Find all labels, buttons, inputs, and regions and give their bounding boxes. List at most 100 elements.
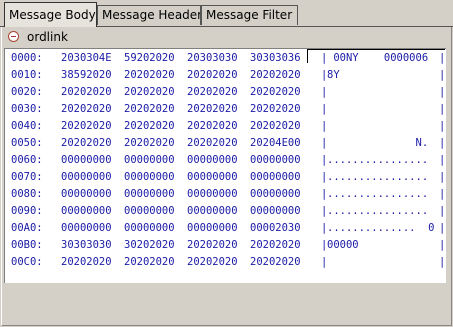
hex-word: 20202020 [187, 86, 238, 98]
hex-word: 00000000 [61, 222, 112, 234]
hex-word: 00000000 [124, 205, 175, 217]
tab-bar: Message Header Message Filter Message Bo… [0, 0, 453, 27]
hex-word: 30202020 [124, 239, 175, 251]
hex-word: 00000000 [250, 171, 301, 183]
hex-word: 20202020 [187, 69, 238, 81]
hex-word: 20202020 [187, 239, 238, 251]
hex-word: 20202020 [61, 137, 112, 149]
hex-row-ascii: ................ [327, 205, 429, 217]
hex-word: 20202020 [250, 69, 301, 81]
hex-row-address: 0050: [11, 137, 43, 149]
hex-word: 59202020 [124, 52, 175, 64]
ascii-bar-right: | [439, 222, 446, 234]
hex-word: 00000000 [124, 154, 175, 166]
collapse-icon[interactable] [8, 31, 19, 42]
hex-word: 38592020 [61, 69, 112, 81]
hex-word: 00000000 [124, 188, 175, 200]
hex-word: 00000000 [124, 171, 175, 183]
hex-word: 00000000 [187, 171, 238, 183]
ascii-bar-right: | [439, 188, 446, 200]
hex-word: 30303036 [250, 52, 301, 64]
hex-row-ascii [327, 118, 428, 135]
hex-word: 20202020 [250, 103, 301, 115]
hex-row-ascii: 00NY 0000006 [327, 52, 429, 64]
hex-row: 0060: 00000000 00000000 00000000 00000000 |..… [5, 152, 445, 169]
hex-word: 00000000 [187, 222, 238, 234]
hex-word: 20202020 [187, 137, 238, 149]
hex-row: 0040: 20202020 20202020 20202020 20202020 | | [5, 118, 445, 135]
hex-row-address: 0090: [11, 205, 43, 217]
hex-word: 00000000 [187, 205, 238, 217]
hex-word: 00000000 [250, 188, 301, 200]
hex-row: 00A0: 00000000 00000000 00000000 00002030 |..… [5, 220, 445, 237]
hex-row: 0000: 2030304E 59202020 20303030 30303036 | 0… [5, 50, 445, 67]
hex-word: 00000000 [250, 205, 301, 217]
hex-row-address: 0070: [11, 171, 43, 183]
hex-row-address: 0000: [11, 52, 43, 64]
hex-word: 00000000 [61, 171, 112, 183]
hex-word: 20204E00 [250, 137, 301, 149]
hex-row: 00B0: 30303030 30202020 20202020 20202020 | 00… [5, 237, 445, 254]
ascii-bar-right: | [439, 154, 446, 166]
hex-word: 20202020 [250, 120, 301, 132]
hex-row-ascii [327, 84, 428, 101]
hex-word: 20202020 [61, 86, 112, 98]
ascii-bar-right: | [439, 103, 446, 115]
hex-row-ascii: 8Y [327, 69, 429, 81]
ascii-bar-right: | [439, 137, 446, 149]
hex-row: 0080: 00000000 00000000 00000000 00000000 |..… [5, 186, 445, 203]
hex-word: 20202020 [61, 120, 112, 132]
hex-row-ascii: ................ [327, 171, 429, 183]
hex-word: 00000000 [124, 222, 175, 234]
hex-word: 20202020 [187, 103, 238, 115]
hex-row: 0090: 00000000 00000000 00000000 00000000 |..… [5, 203, 445, 220]
panel-titlebar: ordlink [2, 27, 451, 46]
hex-word: 00000000 [187, 154, 238, 166]
hex-word: 20202020 [187, 256, 238, 268]
message-body-panel: ordlink 0000: 2030304E 59202020 20303030 303… [1, 27, 452, 326]
hex-row-address: 0030: [11, 103, 43, 115]
hex-row-ascii: ................ [327, 154, 429, 166]
hex-row: 0010: 38592020 20202020 20202020 20202020 | 8Y… [5, 67, 445, 84]
hex-word: 20202020 [124, 120, 175, 132]
hex-word: 00000000 [250, 154, 301, 166]
hex-row-address: 0080: [11, 188, 43, 200]
ascii-bar-right: | [439, 86, 446, 98]
tab-message-filter[interactable]: Message Filter [201, 5, 298, 25]
hex-row-ascii: ................ [327, 188, 429, 200]
hex-word: 30303030 [61, 239, 112, 251]
hex-word: 20202020 [61, 103, 112, 115]
tab-message-header[interactable]: Message Header [97, 5, 201, 25]
ascii-bar-right: | [439, 120, 446, 132]
hex-row-ascii: .............. 0 [327, 222, 435, 234]
hex-row: 00C0: 20202020 20202020 20202020 20202020 | | [5, 254, 445, 271]
hex-dump-view[interactable]: 0000: 2030304E 59202020 20303030 30303036 | 0… [4, 48, 446, 283]
ascii-bar-right: | [439, 52, 446, 64]
hex-row-address: 00A0: [11, 222, 43, 234]
tab-message-body[interactable]: Message Body [4, 2, 97, 27]
hex-row-ascii: N. [327, 137, 429, 149]
hex-word: 00002030 [250, 222, 301, 234]
hex-row: 0020: 20202020 20202020 20202020 20202020 | | [5, 84, 445, 101]
hex-word: 00000000 [61, 154, 112, 166]
hex-row: 0050: 20202020 20202020 20202020 20204E00 | N… [5, 135, 445, 152]
hex-row-address: 0060: [11, 154, 43, 166]
hex-row-ascii: 00000 [327, 239, 429, 251]
hex-row-address: 00C0: [11, 256, 43, 268]
hex-row-address: 0040: [11, 120, 43, 132]
hex-word: 00000000 [61, 205, 112, 217]
hex-word: 20202020 [187, 120, 238, 132]
ascii-bar-right: | [439, 69, 446, 81]
hex-word: 20202020 [124, 137, 175, 149]
hex-word: 20202020 [124, 69, 175, 81]
hex-word: 2030304E [61, 52, 112, 64]
hex-word: 00000000 [187, 188, 238, 200]
hex-word: 20202020 [124, 86, 175, 98]
hex-row-ascii [327, 101, 428, 118]
hex-word: 20303030 [187, 52, 238, 64]
panel-title: ordlink [27, 29, 68, 44]
hex-word: 20202020 [61, 256, 112, 268]
ascii-bar-right: | [439, 205, 446, 217]
hex-word: 20202020 [124, 256, 175, 268]
hex-row-ascii [327, 254, 428, 271]
